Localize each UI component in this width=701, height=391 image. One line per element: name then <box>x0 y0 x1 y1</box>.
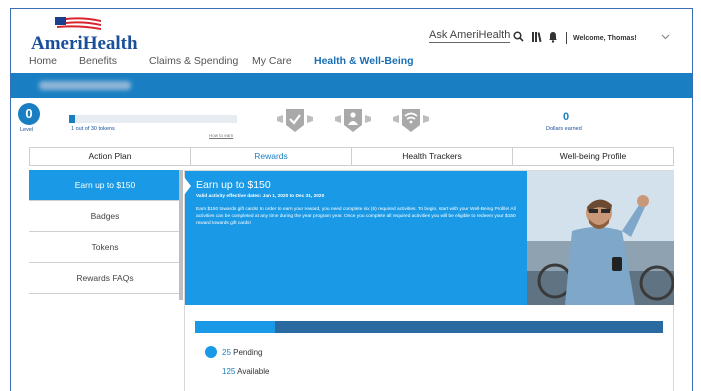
wifi-badge-icon[interactable] <box>389 105 433 135</box>
available-value: 125 <box>222 367 236 376</box>
flag-logo-icon <box>55 17 101 30</box>
nav-health-well-being[interactable]: Health & Well-Being <box>314 55 414 67</box>
token-progress-fill <box>69 115 75 123</box>
level-label: Level <box>20 127 34 133</box>
sidebar-item-rewards-faqs[interactable]: Rewards FAQs <box>29 263 181 294</box>
header-divider <box>566 32 567 44</box>
token-progress-bar <box>69 115 237 123</box>
person-badge-icon[interactable] <box>331 105 375 135</box>
promo-dates: Valid activity effective dates: Jan 1, 2… <box>196 194 325 199</box>
available-status: 125 Available <box>222 367 269 376</box>
promo-photo <box>527 171 674 305</box>
page-banner <box>11 73 692 98</box>
rewards-sidebar: Earn up to $150 Badges Tokens Rewards FA… <box>29 170 181 294</box>
tab-action-plan[interactable]: Action Plan <box>30 148 191 165</box>
rewards-tabs: Action Plan Rewards Health Trackers Well… <box>29 147 674 166</box>
tab-well-being-profile[interactable]: Well-being Profile <box>513 148 673 165</box>
ask-amerihealth-link[interactable]: Ask AmeriHealth <box>429 29 511 43</box>
tokens-count: 1 out of 30 tokens <box>71 126 115 132</box>
chevron-down-icon[interactable] <box>661 32 670 43</box>
reward-progress-bar <box>195 321 663 333</box>
promo-description: Earn $150 towards gift cards! In order t… <box>196 207 516 226</box>
sidebar-scrollbar[interactable] <box>179 170 183 300</box>
promo-pointer <box>184 177 191 195</box>
how-to-earn-link[interactable]: How to earn <box>209 133 233 138</box>
tab-rewards[interactable]: Rewards <box>191 148 352 165</box>
pending-status: 25 Pending <box>222 348 263 357</box>
pending-dot-icon <box>205 346 217 358</box>
level-badge: 0 <box>18 103 40 125</box>
checkmark-badge-icon[interactable] <box>273 105 317 135</box>
pending-value: 25 <box>222 348 231 357</box>
welcome-text: Welcome, Thomas! <box>573 35 637 42</box>
nav-home[interactable]: Home <box>29 55 57 67</box>
tab-health-trackers[interactable]: Health Trackers <box>352 148 513 165</box>
search-icon[interactable] <box>513 31 524 45</box>
nav-claims-spending[interactable]: Claims & Spending <box>149 55 238 67</box>
nav-benefits[interactable]: Benefits <box>79 55 117 67</box>
rewards-content: Earn up to $150 Valid activity effective… <box>184 170 674 391</box>
sidebar-item-earn[interactable]: Earn up to $150 <box>29 170 181 201</box>
reward-progress-fill <box>195 321 275 333</box>
sidebar-item-badges[interactable]: Badges <box>29 201 181 232</box>
app-frame: AmeriHealth Home Benefits Claims & Spend… <box>10 8 693 391</box>
pending-label: Pending <box>233 348 263 357</box>
earn-promo-panel: Earn up to $150 Valid activity effective… <box>184 171 527 305</box>
nav-my-care[interactable]: My Care <box>252 55 292 67</box>
dollars-earned-value: 0 <box>563 111 570 123</box>
sidebar-item-tokens[interactable]: Tokens <box>29 232 181 263</box>
promo-title: Earn up to $150 <box>196 179 271 191</box>
available-label: Available <box>237 367 270 376</box>
dollars-earned-label: Dollars earned <box>546 126 582 132</box>
bell-icon[interactable] <box>548 31 558 46</box>
banner-title-blurred <box>39 81 131 90</box>
library-icon[interactable] <box>531 31 543 46</box>
brand-name: AmeriHealth <box>31 33 138 54</box>
